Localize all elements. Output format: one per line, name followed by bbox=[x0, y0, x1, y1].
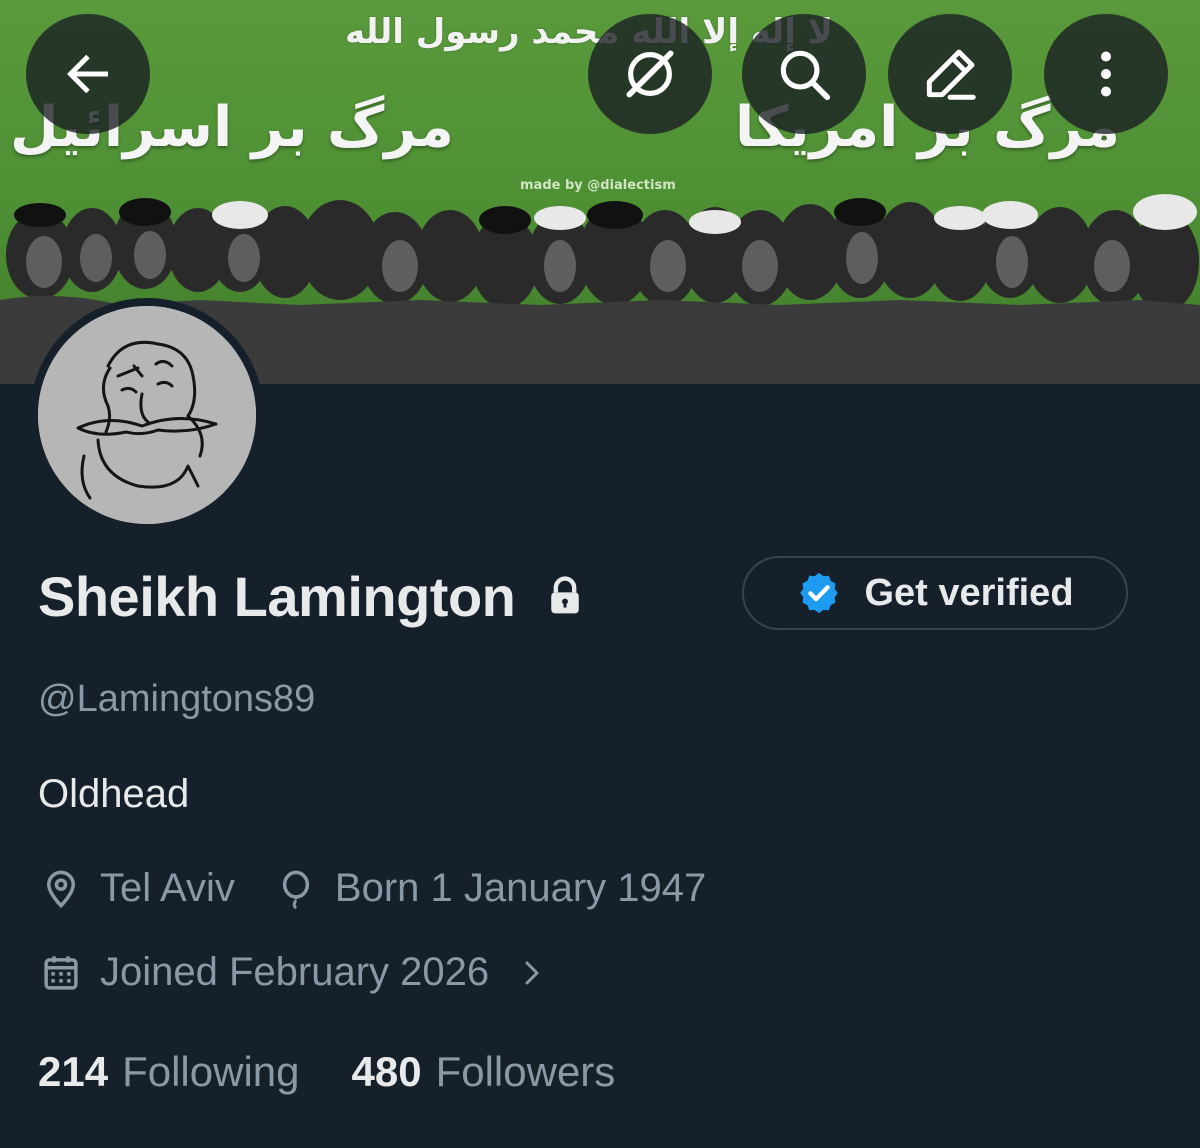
follow-stats: 214 Following 480 Followers bbox=[38, 1048, 615, 1096]
profile-handle: @Lamingtons89 bbox=[38, 678, 316, 720]
profile-location: Tel Aviv bbox=[100, 866, 235, 910]
avatar-image bbox=[38, 306, 256, 524]
following-count: 214 bbox=[38, 1048, 109, 1095]
back-arrow-icon bbox=[67, 54, 108, 94]
followers-count: 480 bbox=[351, 1048, 422, 1095]
edit-icon bbox=[926, 49, 976, 100]
edit-button[interactable] bbox=[888, 14, 1012, 134]
profile-meta-row: Tel Aviv Born 1 January 1947 bbox=[40, 866, 706, 911]
get-verified-button[interactable]: Get verified bbox=[742, 556, 1128, 630]
grok-button[interactable] bbox=[588, 14, 712, 134]
avatar-sketch-illustration bbox=[38, 306, 256, 524]
profile-joined-date: Joined February 2026 bbox=[100, 950, 490, 994]
search-icon bbox=[780, 50, 831, 101]
back-button[interactable] bbox=[26, 14, 150, 134]
profile-display-name: Sheikh Lamington bbox=[38, 564, 516, 628]
banner-credit: made by @dialectism bbox=[520, 178, 676, 193]
search-button[interactable] bbox=[742, 14, 866, 134]
profile-birthday: Born 1 January 1947 bbox=[334, 866, 707, 910]
profile-avatar[interactable] bbox=[30, 298, 264, 532]
profile-bio: Oldhead bbox=[38, 772, 190, 816]
profile-joined-row[interactable]: Joined February 2026 bbox=[40, 950, 547, 995]
chevron-right-icon[interactable] bbox=[517, 956, 547, 990]
lock-icon bbox=[543, 574, 587, 618]
calendar-icon bbox=[40, 952, 82, 994]
get-verified-label: Get verified bbox=[864, 571, 1074, 614]
following-link[interactable]: 214 Following bbox=[38, 1048, 300, 1096]
location-pin-icon bbox=[40, 868, 82, 910]
profile-name-row: Sheikh Lamington bbox=[38, 556, 587, 636]
followers-link[interactable]: 480 Followers bbox=[352, 1048, 616, 1096]
followers-label: Followers bbox=[435, 1048, 616, 1095]
more-options-button[interactable] bbox=[1044, 14, 1168, 134]
more-vertical-icon bbox=[1101, 51, 1111, 97]
grok-icon bbox=[626, 50, 674, 98]
birthday-balloon-icon bbox=[275, 868, 317, 910]
verified-badge-icon bbox=[800, 572, 839, 614]
following-label: Following bbox=[122, 1048, 300, 1095]
